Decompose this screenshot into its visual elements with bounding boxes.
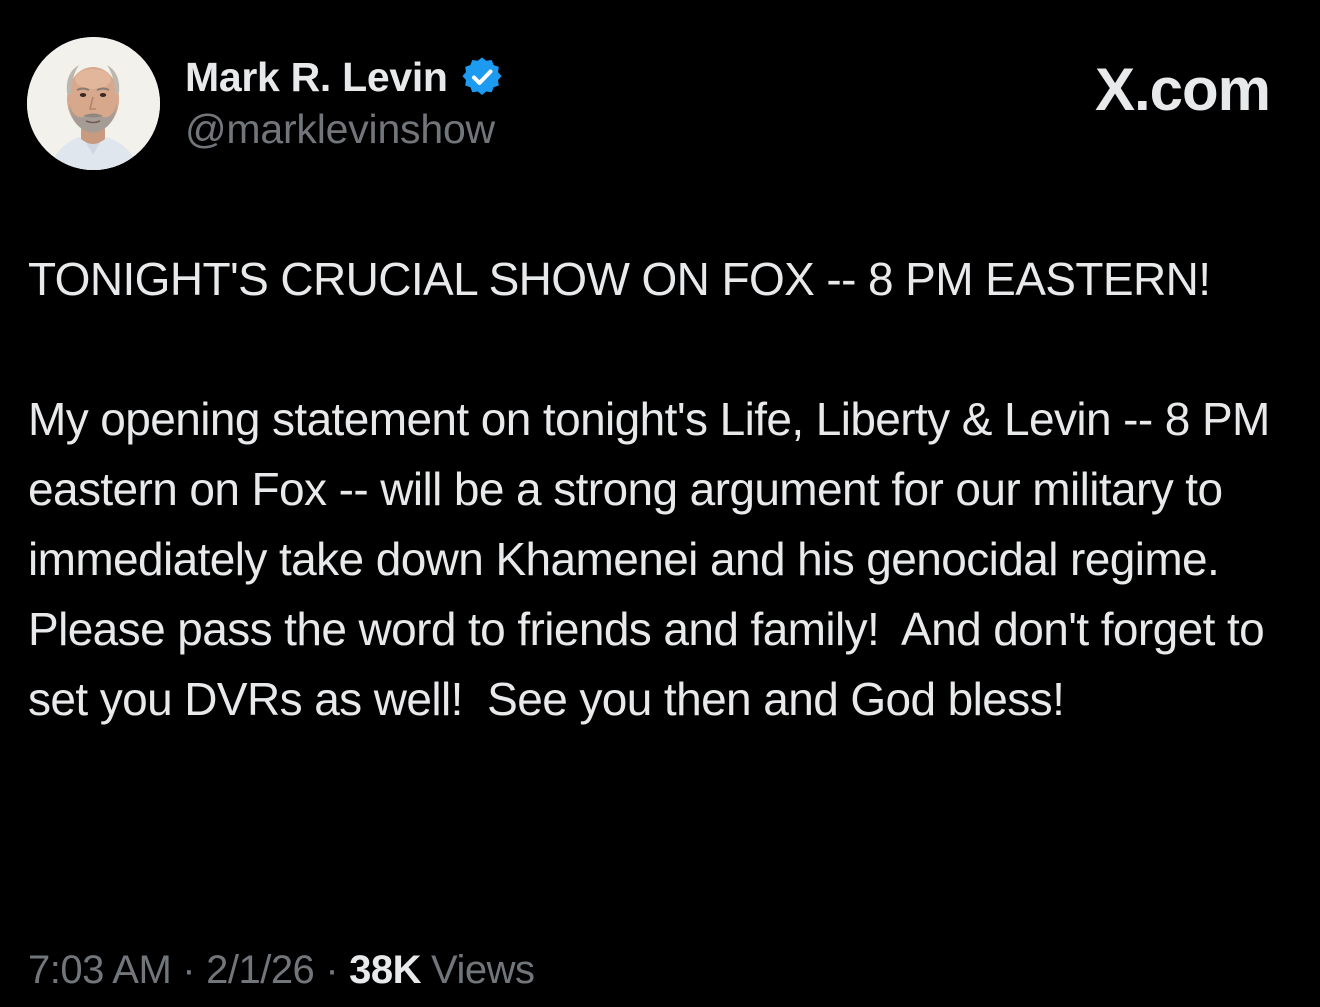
tweet-time[interactable]: 7:03 AM — [28, 948, 172, 993]
display-name[interactable]: Mark R. Levin — [185, 54, 448, 101]
author-name-row[interactable]: Mark R. Levin — [185, 51, 502, 103]
meta-separator: · — [182, 948, 196, 992]
x-logo-watermark: X.com — [1094, 56, 1271, 123]
tweet-paragraph-2: My opening statement on tonight's Life, … — [28, 393, 1282, 725]
views-label[interactable]: Views — [431, 948, 535, 993]
tweet-paragraph-1: TONIGHT'S CRUCIAL SHOW ON FOX -- 8 PM EA… — [28, 253, 1211, 305]
tweet-date[interactable]: 2/1/26 — [206, 948, 315, 993]
avatar[interactable] — [27, 37, 160, 170]
meta-separator: · — [325, 948, 339, 992]
avatar-image — [27, 37, 160, 170]
tweet-text: TONIGHT'S CRUCIAL SHOW ON FOX -- 8 PM EA… — [28, 244, 1290, 734]
author-handle[interactable]: @marklevinshow — [185, 106, 495, 153]
views-count: 38K — [349, 948, 422, 992]
tweet-metadata: 7:03 AM · 2/1/26 · 38K Views — [28, 948, 535, 993]
verified-badge-icon — [462, 57, 502, 97]
